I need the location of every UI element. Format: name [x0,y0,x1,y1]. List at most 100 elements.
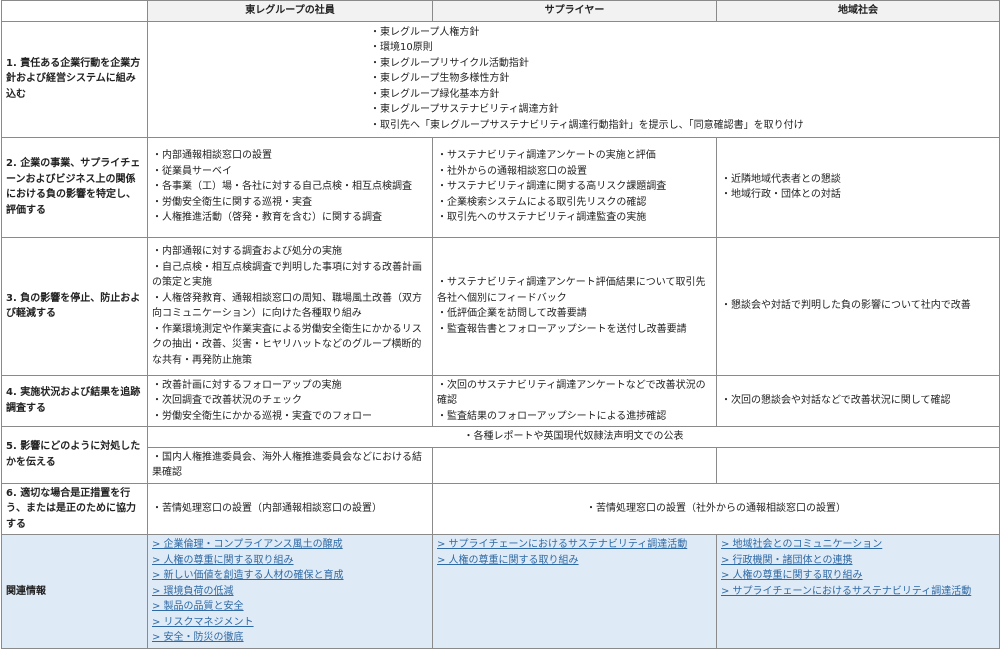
list-item: 取引先へのサステナビリティ調達監査の実施 [437,210,712,226]
related-link[interactable]: > 行政機関・諸団体との連携 [721,553,995,569]
related-link[interactable]: > リスクマネジメント [152,615,428,631]
row-4: 4. 実施状況および結果を追跡調査する 改善計画に対するフォローアップの実施 次… [1,374,1000,427]
header-employees: 東レグループの社員 [147,0,433,22]
list-item: サステナビリティ調達アンケートの実施と評価 [437,148,712,164]
community-list: 懇談会や対話で判明した負の影響について社内で改善 [721,298,995,314]
list-item: 従業員サーベイ [152,164,428,180]
list-item: 改善計画に対するフォローアップの実施 [152,378,428,394]
list-item: 社外からの通報相談窓口の設置 [437,164,712,180]
list-item: 次回のサステナビリティ調達アンケートなどで改善状況の確認 [437,378,712,409]
list-item: 東レグループ緑化基本方針 [370,87,804,103]
policy-list: 東レグループ人権方針 環境10原則 東レグループリサイクル活動指針 東レグループ… [370,25,804,134]
header-community: 地域社会 [716,0,1000,22]
list-item: 東レグループサステナビリティ調達方針 [370,102,804,118]
community-list: 近隣地域代表者との懇談 地域行政・団体との対話 [721,172,995,203]
list-item: 国内人権推進委員会、海外人権推進委員会などにおける結果確認 [152,452,422,479]
list-item: 内部通報相談窓口の設置 [152,148,428,164]
row-1-policies: 東レグループ人権方針 環境10原則 東レグループリサイクル活動指針 東レグループ… [147,20,1000,138]
related-link[interactable]: > 企業倫理・コンプライアンス風土の醸成 [152,537,428,553]
row-3-label: 3. 負の影響を停止、防止および軽減する [1,236,148,376]
list-item: 監査報告書とフォローアップシートを送付し改善要請 [437,322,712,338]
list-item: 低評価企業を訪問して改善要請 [437,306,712,322]
row-4-label: 4. 実施状況および結果を追跡調査する [1,374,148,427]
row-2: 2. 企業の事業、サプライチェーンおよびビジネス上の関係における負の影響を特定し… [1,136,1000,238]
related-row: 関連情報 > 企業倫理・コンプライアンス風土の醸成 > 人権の尊重に関する取り組… [1,534,1000,649]
list-item: 次回調査で改善状況のチェック [152,393,428,409]
list-item: 環境10原則 [370,40,804,56]
list-item: 東レグループ生物多様性方針 [370,71,804,87]
related-suppliers: > サプライチェーンにおけるサステナビリティ調達活動 > 人権の尊重に関する取り… [432,534,717,649]
list-item: サステナビリティ調達に関する高リスク課題調査 [437,179,712,195]
row-5-employees: 国内人権推進委員会、海外人権推進委員会などにおける結果確認 [147,446,433,484]
related-link[interactable]: > 地域社会とのコミュニケーション [721,537,995,553]
list-item: 近隣地域代表者との懇談 [721,172,995,188]
row-4-employees: 改善計画に対するフォローアップの実施 次回調査で改善状況のチェック 労働安全衛生… [147,374,433,427]
row-2-community: 近隣地域代表者との懇談 地域行政・団体との対話 [716,136,1000,238]
row-3-suppliers: サステナビリティ調達アンケート評価結果について取引先各社へ個別にフィードバック … [432,236,717,376]
community-list: 次回の懇談会や対話などで改善状況に関して確認 [721,393,995,409]
related-link[interactable]: > サプライチェーンにおけるサステナビリティ調達活動 [721,584,995,600]
related-community: > 地域社会とのコミュニケーション > 行政機関・諸団体との連携 > 人権の尊重… [716,534,1000,649]
human-rights-due-diligence-table: 東レグループの社員 サプライヤー 地域社会 1. 責任ある企業行動を企業方針およ… [1,0,1000,649]
employees-list: 内部通報相談窓口の設置 従業員サーベイ 各事業（工）場・各社に対する自己点検・相… [152,148,428,226]
list-item: 労働安全衛生に関する巡視・実査 [152,195,428,211]
row-4-suppliers: 次回のサステナビリティ調達アンケートなどで改善状況の確認 監査結果のフォローアッ… [432,374,717,427]
header-blank [1,0,148,22]
related-employees: > 企業倫理・コンプライアンス風土の醸成 > 人権の尊重に関する取り組み > 新… [147,534,433,649]
row-3-employees: 内部通報に対する調査および処分の実施 自己点検・相互点検調査で判明した事項に対す… [147,236,433,376]
row-5a: 5. 影響にどのように対処したかを伝える 各種レポートや英国現代奴隷法声明文での… [1,426,1000,484]
suppliers-list: サステナビリティ調達アンケート評価結果について取引先各社へ個別にフィードバック … [437,275,712,337]
list-item: 作業環境測定や作業実査による労働安全衛生にかかるリスクの抽出・改善、災害・ヒヤリ… [152,322,428,369]
list-item: 地域行政・団体との対話 [721,187,995,203]
row-2-suppliers: サステナビリティ調達アンケートの実施と評価 社外からの通報相談窓口の設置 サステ… [432,136,717,238]
row-3: 3. 負の影響を停止、防止および軽減する 内部通報に対する調査および処分の実施 … [1,236,1000,376]
list-item: 次回の懇談会や対話などで改善状況に関して確認 [721,393,995,409]
row-1: 1. 責任ある企業行動を企業方針および経営システムに組み込む 東レグループ人権方… [1,20,1000,138]
row-5-suppliers [432,446,717,484]
related-link[interactable]: > 人権の尊重に関する取り組み [152,553,428,569]
row-2-employees: 内部通報相談窓口の設置 従業員サーベイ 各事業（工）場・各社に対する自己点検・相… [147,136,433,238]
list-item: 懇談会や対話で判明した負の影響について社内で改善 [721,298,995,314]
list-item: 苦情処理窓口の設置（社外からの通報相談窓口の設置） [586,503,846,514]
row-4-community: 次回の懇談会や対話などで改善状況に関して確認 [716,374,1000,427]
related-link[interactable]: > 人権の尊重に関する取り組み [437,553,712,569]
row-5-community [716,446,1000,484]
related-link[interactable]: > サプライチェーンにおけるサステナビリティ調達活動 [437,537,712,553]
list-item: 東レグループリサイクル活動指針 [370,56,804,72]
list-item: 取引先へ「東レグループサステナビリティ調達行動指針」を提示し、「同意確認書」を取… [370,118,804,134]
row-6-others: 苦情処理窓口の設置（社外からの通報相談窓口の設置） [432,482,1000,535]
list-item: 内部通報に対する調査および処分の実施 [152,244,428,260]
list-item: 各事業（工）場・各社に対する自己点検・相互点検調査 [152,179,428,195]
suppliers-list: 次回のサステナビリティ調達アンケートなどで改善状況の確認 監査結果のフォローアッ… [437,378,712,425]
row-1-label: 1. 責任ある企業行動を企業方針および経営システムに組み込む [1,20,148,138]
employees-list: 内部通報に対する調査および処分の実施 自己点検・相互点検調査で判明した事項に対す… [152,244,428,368]
list-item: 自己点検・相互点検調査で判明した事項に対する改善計画の策定と実施 [152,260,428,291]
list-item: 企業検索システムによる取引先リスクの確認 [437,195,712,211]
suppliers-list: サステナビリティ調達アンケートの実施と評価 社外からの通報相談窓口の設置 サステ… [437,148,712,226]
row-5b: 国内人権推進委員会、海外人権推進委員会などにおける結果確認 [2,446,1000,484]
list-item: 人権啓発教育、通報相談窓口の周知、職場風土改善（双方向コミュニケーション）に向け… [152,291,428,322]
related-link[interactable]: > 安全・防災の徹底 [152,630,428,646]
row-6-employees: 苦情処理窓口の設置（内部通報相談窓口の設置） [147,482,433,535]
list-item: 東レグループ人権方針 [370,25,804,41]
page: 東レグループの社員 サプライヤー 地域社会 1. 責任ある企業行動を企業方針およ… [0,0,1000,651]
related-link[interactable]: > 製品の品質と安全 [152,599,428,615]
row-2-label: 2. 企業の事業、サプライチェーンおよびビジネス上の関係における負の影響を特定し… [1,136,148,238]
row-5-label: 5. 影響にどのように対処したかを伝える [1,426,148,484]
list-item: 各種レポートや英国現代奴隷法声明文での公表 [464,431,684,442]
row-6-label: 6. 適切な場合是正措置を行う、または是正のために協力する [1,482,148,535]
employees-list: 改善計画に対するフォローアップの実施 次回調査で改善状況のチェック 労働安全衛生… [152,378,428,425]
row-6: 6. 適切な場合是正措置を行う、または是正のために協力する 苦情処理窓口の設置（… [1,482,1000,535]
row-5-all: 各種レポートや英国現代奴隷法声明文での公表 [147,426,1000,448]
header-row: 東レグループの社員 サプライヤー 地域社会 [1,0,1000,22]
related-label: 関連情報 [1,534,148,649]
related-link[interactable]: > 人権の尊重に関する取り組み [721,568,995,584]
row-3-community: 懇談会や対話で判明した負の影響について社内で改善 [716,236,1000,376]
related-link[interactable]: > 新しい価値を創造する人材の確保と育成 [152,568,428,584]
list-item: サステナビリティ調達アンケート評価結果について取引先各社へ個別にフィードバック [437,275,712,306]
list-item: 人権推進活動（啓発・教育を含む）に関する調査 [152,210,428,226]
header-suppliers: サプライヤー [432,0,717,22]
list-item: 監査結果のフォローアップシートによる進捗確認 [437,409,712,425]
related-link[interactable]: > 環境負荷の低減 [152,584,428,600]
list-item: 労働安全衛生にかかる巡視・実査でのフォロー [152,409,428,425]
